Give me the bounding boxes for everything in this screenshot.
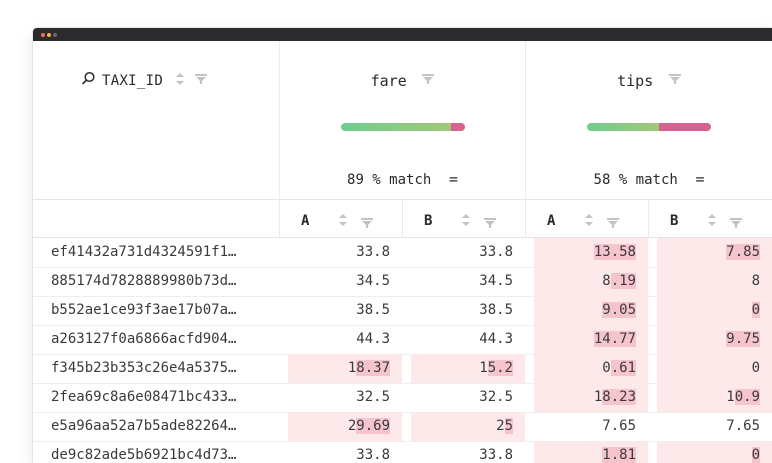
tips-b-cell: 0 — [657, 296, 772, 325]
table-row[interactable]: 885174d7828889980b73d… 34.5 34.5 8.19 8 — [33, 267, 772, 297]
fare-b-cell: 33.8 — [479, 447, 513, 463]
taxi-id-cell: b552ae1ce93f3ae17b07a… — [51, 302, 237, 318]
tips-a-label: A — [547, 213, 556, 229]
tips-column-header: tips 58 % match = — [525, 41, 772, 200]
taxi-id-cell: de9c82ade5b6921bc4d73… — [51, 447, 237, 463]
tips-a-cell: 1.81 — [534, 441, 648, 463]
tips-b-label: B — [670, 213, 679, 229]
fare-b-cell: 34.5 — [479, 273, 513, 289]
mismatch-segment — [451, 123, 465, 131]
fare-a-subheader: A — [279, 200, 402, 238]
taxi-id-cell: 885174d7828889980b73d… — [51, 273, 237, 289]
tips-b-cell: 0 — [657, 354, 772, 383]
fare-a-cell: 34.5 — [356, 273, 390, 289]
filter-icon[interactable] — [607, 214, 619, 233]
fare-column-header: fare 89 % match = — [279, 41, 525, 200]
id-column-header: TAXI_ID — [33, 41, 279, 200]
fare-b-subheader: B — [402, 200, 525, 238]
fare-b-cell: 44.3 — [479, 331, 513, 347]
fare-a-cell: 29.69 — [288, 412, 402, 441]
mismatch-segment — [658, 123, 711, 131]
fare-b-cell: 33.8 — [479, 244, 513, 260]
taxi-id-cell: 2fea69c8a6e08471bc433… — [51, 389, 237, 405]
diff-grid: TAXI_ID fare 89 % match = tips 58 % matc… — [33, 41, 772, 463]
table-row[interactable]: de9c82ade5b6921bc4d73… 33.8 33.8 1.81 0 — [33, 441, 772, 463]
fare-a-label: A — [301, 213, 310, 229]
fare-a-cell: 33.8 — [356, 447, 390, 463]
tips-b-cell: 7.65 — [726, 418, 760, 434]
title-bar — [33, 28, 772, 41]
id-subheader — [33, 200, 279, 238]
tips-b-cell: 7.85 — [657, 238, 772, 267]
match-segment — [587, 123, 659, 131]
tips-b-cell: 8 — [657, 267, 772, 296]
fare-a-cell: 32.5 — [356, 389, 390, 405]
taxi-id-cell: a263127f0a6866acfd904… — [51, 331, 237, 347]
fare-b-cell: 38.5 — [479, 302, 513, 318]
filter-icon[interactable] — [730, 214, 742, 233]
table-row[interactable]: 2fea69c8a6e08471bc433… 32.5 32.5 18.23 10.9 — [33, 383, 772, 413]
sort-icon[interactable] — [461, 212, 471, 231]
table-row[interactable]: b552ae1ce93f3ae17b07a… 38.5 38.5 9.05 0 — [33, 296, 772, 326]
fare-a-cell: 18.37 — [288, 354, 402, 383]
equals-icon[interactable]: = — [449, 170, 458, 188]
fare-a-cell: 44.3 — [356, 331, 390, 347]
tips-match-bar — [587, 123, 711, 131]
table-row[interactable]: f345b23b353c26e4a5375… 18.37 15.2 0.61 0 — [33, 354, 772, 384]
filter-icon[interactable] — [484, 214, 496, 233]
zoom-dot[interactable] — [53, 33, 57, 37]
tips-b-cell: 9.75 — [657, 325, 772, 354]
tips-a-cell: 13.58 — [534, 238, 648, 267]
fare-b-cell: 25 — [411, 412, 525, 441]
fare-b-label: B — [424, 213, 433, 229]
tips-a-cell: 18.23 — [534, 383, 648, 412]
filter-icon[interactable] — [422, 70, 435, 89]
fare-a-cell: 33.8 — [356, 244, 390, 260]
filter-icon[interactable] — [668, 70, 681, 89]
fare-column-title: fare — [370, 72, 407, 90]
tips-a-cell: 14.77 — [534, 325, 648, 354]
tips-a-cell: 7.65 — [602, 418, 636, 434]
diff-table-window: TAXI_ID fare 89 % match = tips 58 % matc… — [33, 28, 772, 463]
taxi-id-cell: f345b23b353c26e4a5375… — [51, 360, 237, 376]
table-row[interactable]: e5a96aa52a7b5ade82264… 29.69 25 7.65 7.65 — [33, 412, 772, 442]
fare-b-cell: 15.2 — [411, 354, 525, 383]
tips-match-label: 58 % match — [593, 172, 678, 188]
match-segment — [341, 123, 452, 131]
table-row[interactable]: ef41432a731d4324591f1… 33.8 33.8 13.58 7.85 — [33, 238, 772, 268]
equals-icon[interactable]: = — [695, 170, 704, 188]
sort-icon[interactable] — [707, 212, 717, 231]
tips-a-cell: 9.05 — [534, 296, 648, 325]
sort-icon[interactable] — [338, 212, 348, 231]
tips-b-cell: 10.9 — [657, 383, 772, 412]
table-row[interactable]: a263127f0a6866acfd904… 44.3 44.3 14.77 9.75 — [33, 325, 772, 355]
tips-a-cell: 8.19 — [534, 267, 648, 296]
taxi-id-cell: e5a96aa52a7b5ade82264… — [51, 418, 237, 434]
id-column-title: TAXI_ID — [102, 72, 164, 89]
search-icon[interactable] — [81, 71, 96, 90]
fare-match-label: 89 % match — [347, 172, 432, 188]
sort-icon[interactable] — [175, 72, 185, 89]
taxi-id-cell: ef41432a731d4324591f1… — [51, 244, 237, 260]
tips-b-cell: 0 — [657, 441, 772, 463]
close-dot[interactable] — [41, 33, 45, 37]
filter-icon[interactable] — [195, 73, 208, 88]
fare-b-cell: 32.5 — [479, 389, 513, 405]
sort-icon[interactable] — [584, 212, 594, 231]
fare-a-cell: 38.5 — [356, 302, 390, 318]
fare-match-bar — [341, 123, 465, 131]
tips-b-subheader: B — [648, 200, 772, 238]
filter-icon[interactable] — [361, 214, 373, 233]
tips-a-cell: 0.61 — [534, 354, 648, 383]
tips-a-subheader: A — [525, 200, 648, 238]
tips-column-title: tips — [617, 72, 654, 90]
minimize-dot[interactable] — [47, 33, 51, 37]
